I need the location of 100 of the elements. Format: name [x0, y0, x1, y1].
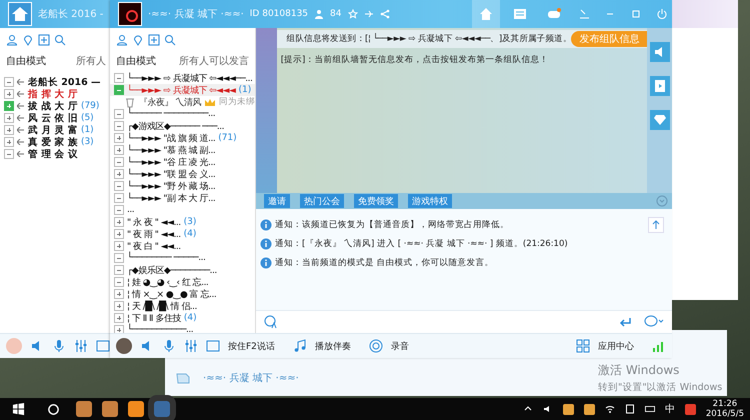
- channel-name[interactable]: └──►►► "野 外 藏 场...: [127, 180, 216, 192]
- maximize-icon[interactable]: [630, 8, 642, 20]
- channel-name[interactable]: ¦ 下 Ⅱ Ⅱ 多住技: [127, 312, 181, 324]
- channel-name[interactable]: 老船长 2016 —: [28, 76, 101, 88]
- expand-toggle[interactable]: [114, 313, 124, 323]
- music-note-icon[interactable]: [292, 339, 307, 353]
- location-icon[interactable]: [132, 34, 144, 46]
- notes-icon[interactable]: [624, 404, 635, 414]
- add-channel-icon[interactable]: [38, 34, 50, 46]
- expand-toggle[interactable]: [114, 289, 124, 299]
- expand-toggle[interactable]: [114, 145, 124, 155]
- app-taskbar-icon[interactable]: [128, 401, 144, 417]
- search-icon[interactable]: [164, 34, 176, 46]
- expand-toggle[interactable]: [114, 229, 124, 239]
- expand-toggle[interactable]: [114, 217, 124, 227]
- expand-toggle[interactable]: [114, 109, 124, 119]
- channel-name[interactable]: ¦ 天 /█\ /█\ 情 侣...: [127, 300, 197, 312]
- app-taskbar-icon[interactable]: [102, 401, 118, 417]
- location-icon[interactable]: [22, 34, 34, 46]
- channel-name[interactable]: 指 挥 大 厅: [28, 88, 78, 100]
- microphone-icon[interactable]: [52, 339, 66, 353]
- search-circle-icon[interactable]: [47, 402, 60, 416]
- channel-name[interactable]: └──►►► "联 盟 会 义...: [127, 168, 216, 180]
- microphone-icon[interactable]: [162, 339, 176, 353]
- keyboard-icon[interactable]: [644, 404, 655, 414]
- expand-toggle[interactable]: [4, 149, 14, 159]
- enter-icon[interactable]: [618, 315, 632, 329]
- expand-toggle[interactable]: [114, 265, 124, 275]
- chat-bubble-icon[interactable]: [644, 315, 664, 329]
- channel-name[interactable]: 风 云 依 旧: [28, 112, 78, 124]
- expand-toggle[interactable]: [114, 85, 124, 95]
- wifi-icon[interactable]: [604, 404, 615, 414]
- channel-name[interactable]: 真 爱 家 族: [28, 136, 78, 148]
- expand-toggle[interactable]: [114, 301, 124, 311]
- channel-name[interactable]: 拔 战 大 厅: [28, 100, 78, 112]
- search-icon[interactable]: [54, 34, 66, 46]
- expand-toggle[interactable]: [114, 205, 124, 215]
- windows-start-icon[interactable]: [12, 402, 25, 416]
- grid-icon[interactable]: [576, 339, 590, 353]
- mixer-icon[interactable]: [184, 339, 198, 353]
- channel-name[interactable]: " 夜 雨 " ◄◄...: [127, 228, 181, 240]
- expand-toggle[interactable]: [114, 133, 124, 143]
- app-taskbar-icon[interactable]: [76, 401, 92, 417]
- music-button[interactable]: 播放伴奏: [314, 340, 351, 352]
- channel-name[interactable]: └──►►► "副 本 大 厅...: [127, 192, 216, 204]
- channel-name[interactable]: └──►►► "谷 庄 凌 光...: [127, 156, 216, 168]
- channel-name[interactable]: 武 月 灵 富: [28, 124, 78, 136]
- channel-name[interactable]: └───────────...: [127, 325, 194, 333]
- font-icon[interactable]: [264, 315, 278, 329]
- app-center-button[interactable]: 应用中心: [598, 340, 634, 352]
- channel-name[interactable]: └──►►► ⇨ 兵凝城下 ⇦◄◄◄: [127, 84, 236, 96]
- add-channel-icon[interactable]: [148, 34, 160, 46]
- channel-name[interactable]: ¦ 娃 ◕‿◕ ‹‿‹ 红 忘...: [127, 276, 208, 288]
- video-icon[interactable]: [650, 76, 670, 96]
- expand-toggle[interactable]: [114, 157, 124, 167]
- scroll-top-icon[interactable]: [648, 217, 664, 233]
- expand-toggle[interactable]: [114, 169, 124, 179]
- cat-tray-icon[interactable]: [562, 404, 574, 414]
- expand-toggle[interactable]: [114, 121, 124, 131]
- channel-name[interactable]: └──►►► "慕 燕 城 副...: [127, 144, 216, 156]
- sogou-tray-icon[interactable]: [684, 404, 696, 414]
- channel-name[interactable]: " 夜 白 " ◄◄...: [127, 240, 181, 252]
- input-method-indicator[interactable]: 中: [664, 402, 675, 416]
- clock-time[interactable]: 21:26: [712, 399, 738, 409]
- channel-name[interactable]: ¦ 情 ×‿× ●‿● 富 忘...: [127, 288, 216, 300]
- push-to-talk-label[interactable]: 按住F2说话: [228, 340, 275, 352]
- record-icon[interactable]: [368, 339, 383, 353]
- channel-name[interactable]: ┌◆游戏区◆────── ───...: [127, 120, 224, 132]
- channel-name[interactable]: " 永 夜 " ◄◄...: [127, 216, 181, 228]
- avatar[interactable]: [116, 338, 132, 354]
- expand-toggle[interactable]: [114, 241, 124, 251]
- message-input[interactable]: [256, 310, 672, 333]
- expand-toggle[interactable]: [114, 277, 124, 287]
- star-icon[interactable]: [348, 9, 358, 19]
- mixer-icon[interactable]: [74, 339, 88, 353]
- user-icon[interactable]: [6, 34, 18, 46]
- expand-toggle[interactable]: [4, 125, 14, 135]
- expand-toggle[interactable]: [114, 193, 124, 203]
- channel-name[interactable]: 管 理 会 议: [28, 148, 78, 160]
- channel-name[interactable]: ...: [127, 205, 134, 215]
- expand-toggle[interactable]: [4, 77, 14, 87]
- user-icon[interactable]: [116, 34, 128, 46]
- power-icon[interactable]: [656, 8, 668, 20]
- expand-toggle[interactable]: [114, 253, 124, 263]
- expand-toggle[interactable]: [4, 89, 14, 99]
- channel-name[interactable]: └────── ─────────...: [127, 109, 216, 119]
- expand-toggle[interactable]: [114, 73, 124, 83]
- expand-toggle[interactable]: [4, 101, 14, 111]
- channel-name[interactable]: └──►►► "战 旗 频 道...: [127, 132, 216, 144]
- user-name[interactable]: 『永夜』 乀清风: [139, 96, 201, 108]
- record-button[interactable]: 录音: [390, 340, 409, 352]
- expand-toggle[interactable]: [114, 181, 124, 191]
- clock-date[interactable]: 2016/5/5: [706, 409, 744, 419]
- speaker-icon[interactable]: [650, 42, 670, 62]
- channel-name[interactable]: └──►►► ⇨ 兵凝城下 ⇦◄◄◄──...: [127, 72, 252, 84]
- expand-toggle[interactable]: [4, 137, 14, 147]
- cat-tray-icon[interactable]: [584, 404, 595, 414]
- channel-name[interactable]: └──────── ─────...: [127, 253, 206, 263]
- channel-name[interactable]: ┌◆娱乐区◆────────...: [127, 264, 217, 276]
- expand-toggle[interactable]: [4, 113, 14, 123]
